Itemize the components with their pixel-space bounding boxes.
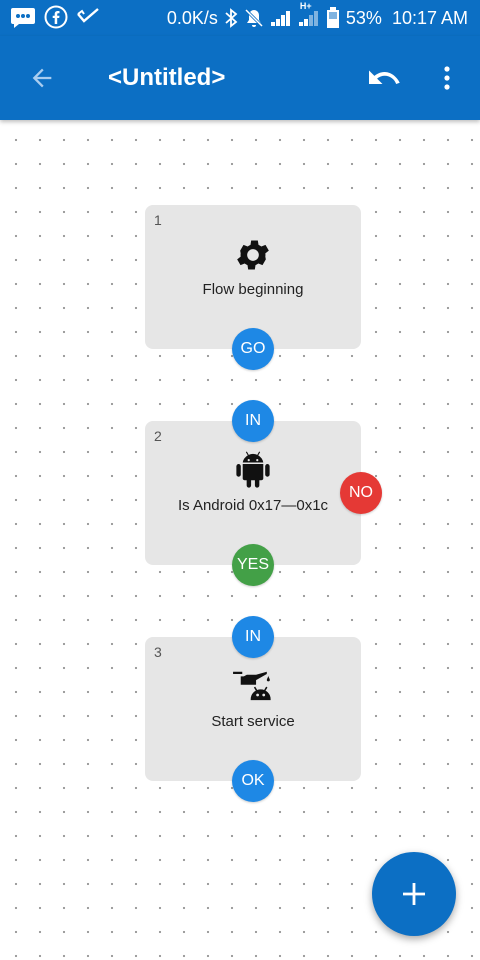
app-bar: <Untitled> bbox=[0, 36, 480, 120]
gear-icon bbox=[237, 240, 269, 270]
bluetooth-icon bbox=[224, 8, 238, 28]
arrow-back-icon bbox=[32, 68, 52, 88]
go-label: GO bbox=[240, 340, 266, 357]
yes-label: YES bbox=[236, 556, 269, 573]
in-label: IN bbox=[245, 628, 261, 645]
network-type-label: H+ bbox=[299, 1, 312, 11]
flow-canvas[interactable]: 1 Flow beginning GO IN 2 Is Android 0x17… bbox=[0, 120, 480, 960]
signal-icon bbox=[270, 9, 292, 27]
check-icon bbox=[76, 6, 100, 28]
page-title: <Untitled> bbox=[108, 64, 226, 91]
service-oil-icon bbox=[233, 671, 271, 701]
messages-icon bbox=[10, 6, 36, 28]
android-icon bbox=[236, 451, 270, 488]
block-number: 1 bbox=[154, 212, 162, 228]
signal-h-plus-icon: H+ bbox=[298, 1, 320, 27]
ok-connector[interactable]: OK bbox=[232, 760, 274, 802]
block-label: Is Android 0x17—0x1c bbox=[177, 497, 329, 514]
block-label: Start service bbox=[211, 713, 295, 730]
yes-connector[interactable]: YES bbox=[232, 544, 274, 586]
no-connector[interactable]: NO bbox=[340, 472, 382, 514]
battery-icon bbox=[326, 7, 340, 29]
undo-button[interactable] bbox=[362, 58, 406, 98]
no-label: NO bbox=[349, 484, 373, 501]
undo-icon bbox=[369, 70, 400, 84]
in-connector-2[interactable]: IN bbox=[232, 400, 274, 442]
plus-icon bbox=[403, 883, 425, 905]
overflow-menu-button[interactable] bbox=[432, 58, 462, 98]
in-connector-3[interactable]: IN bbox=[232, 616, 274, 658]
in-label: IN bbox=[245, 412, 261, 429]
more-vert-icon bbox=[444, 66, 450, 90]
ok-label: OK bbox=[241, 772, 265, 789]
battery-percent: 53% bbox=[345, 7, 382, 28]
block-number: 2 bbox=[154, 428, 162, 444]
back-button[interactable] bbox=[22, 58, 62, 98]
mute-icon bbox=[244, 8, 264, 28]
status-bar: 0.0K/s H+ 53% 10:17 AM bbox=[0, 0, 480, 36]
block-number: 3 bbox=[154, 644, 162, 660]
go-connector[interactable]: GO bbox=[232, 328, 274, 370]
clock: 10:17 AM bbox=[391, 7, 468, 28]
network-speed: 0.0K/s bbox=[166, 7, 218, 28]
add-block-button[interactable] bbox=[372, 852, 456, 936]
block-label: Flow beginning bbox=[202, 281, 304, 298]
facebook-icon bbox=[44, 5, 68, 29]
